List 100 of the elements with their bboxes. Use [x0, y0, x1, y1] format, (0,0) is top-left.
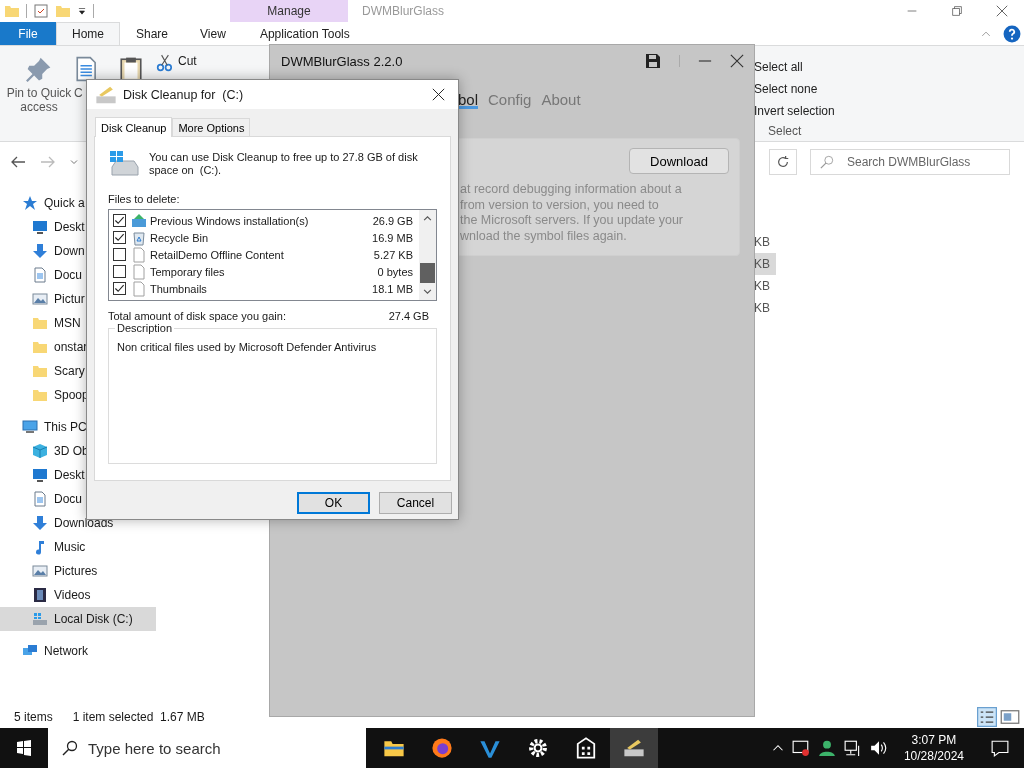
dialog-button[interactable]: Cancel	[379, 492, 452, 514]
download-button[interactable]: Download	[629, 148, 729, 174]
restore-icon	[951, 6, 962, 16]
file-category-name: Recycle Bin	[150, 231, 210, 244]
nav-item-label: Docu	[54, 492, 82, 506]
clock-date: 10/28/2024	[903, 748, 964, 764]
ribbon-tab[interactable]: Share	[120, 22, 185, 45]
cut-label[interactable]: Cut	[178, 54, 197, 68]
symbol-description: at record debugging information about a from version to version, you need to the Microsoft servers. If you update your wnload the symbol files again.	[460, 182, 685, 244]
monitor-icon	[32, 219, 48, 235]
windows-logo-icon	[16, 740, 32, 756]
scrollbar[interactable]	[419, 210, 436, 300]
group-label: Select	[768, 124, 803, 138]
speaker-icon	[869, 739, 888, 757]
save-icon	[645, 53, 661, 69]
checkbox[interactable]	[113, 265, 126, 278]
settings-icon	[527, 737, 549, 759]
taskbar-search-field[interactable]: Type here to search	[48, 728, 366, 768]
dialog-button[interactable]: OK	[297, 492, 370, 514]
selection-info: 1 item selected 1.67 MB	[72, 710, 205, 724]
disk-cleanup-icon	[623, 737, 645, 759]
nav-item[interactable]: Downloads	[0, 511, 156, 535]
person-icon	[817, 739, 836, 757]
scrollbar-thumb[interactable]	[420, 263, 435, 283]
help-icon	[1003, 24, 1021, 43]
nav-item-label: Scary	[54, 364, 85, 378]
chevron-down-icon	[423, 287, 432, 296]
refresh-icon	[776, 155, 790, 169]
nav-item[interactable]: Pictures	[0, 559, 156, 583]
ribbon-tab[interactable]: Application Tools	[245, 22, 364, 45]
folder-icon	[32, 363, 48, 379]
dialog-tab[interactable]: Disk Cleanup	[95, 117, 173, 137]
close-icon	[995, 5, 1008, 17]
file-icon	[131, 246, 147, 263]
nav-item-label: Deskt	[54, 220, 85, 234]
pin-icon	[26, 56, 52, 82]
select-command[interactable]: Select all	[754, 56, 1024, 78]
file-category-size: 26.9 GB	[372, 214, 414, 227]
file-size-cell[interactable]: KB	[754, 275, 776, 297]
nav-item-label: Downloads	[54, 516, 114, 530]
nav-item-label: Local Disk (C:)	[54, 612, 133, 626]
recycle-bin-icon	[131, 229, 147, 246]
checkbox[interactable]	[113, 248, 126, 261]
nav-item-label: onstar	[54, 340, 88, 354]
checkbox[interactable]	[113, 231, 126, 244]
group-title: Description	[115, 322, 175, 334]
file-category-size: 18.1 MB	[372, 282, 414, 295]
windows-update-icon	[131, 212, 147, 229]
file-size-cell[interactable]: KB	[754, 253, 776, 275]
chevron-down-icon	[70, 158, 78, 166]
folder-icon	[32, 315, 48, 331]
nav-item[interactable]: Docu	[0, 487, 156, 511]
total-label: Total amount of disk space you gain:	[108, 310, 286, 322]
nav-item-label: Music	[54, 540, 86, 554]
nav-item[interactable]: Local Disk (C:)	[0, 607, 156, 631]
search-field[interactable]: Search DWMBlurGlass	[810, 149, 1010, 175]
nav-item-label: Pictures	[54, 564, 98, 578]
checkbox[interactable]	[113, 214, 126, 227]
select-command[interactable]: Invert selection	[754, 100, 1024, 122]
computer-icon	[22, 419, 38, 435]
nav-item[interactable]: Scary	[0, 359, 156, 383]
dropdown-icon	[77, 6, 87, 16]
item-count: 5 items	[14, 710, 53, 724]
file-size-cell[interactable]: KB	[754, 231, 776, 253]
nav-item[interactable]: Network	[0, 639, 156, 663]
monitor-icon	[32, 467, 48, 483]
ribbon-tab[interactable]: Home	[56, 22, 120, 45]
nav-item[interactable]: Deskt	[0, 463, 156, 487]
file-size-cell[interactable]: KB	[754, 297, 776, 319]
checklist-icon	[33, 3, 49, 19]
copy-label[interactable]: C	[74, 86, 83, 100]
nav-item-label: Network	[44, 644, 88, 658]
file-icon	[131, 280, 147, 297]
intro-text: You can use Disk Cleanup to free up to 27.8 GB of disk space on (C:).	[149, 150, 419, 177]
checkbox[interactable]	[113, 282, 126, 295]
ribbon-tab[interactable]: View	[184, 22, 242, 45]
refresh-button[interactable]	[769, 149, 797, 175]
dialog-tab[interactable]: More Options	[172, 118, 251, 136]
tiles-view-icon	[1000, 707, 1020, 727]
nav-item-label: This PC	[44, 420, 87, 434]
picture-icon	[32, 291, 48, 307]
film-icon	[32, 587, 48, 603]
nav-item[interactable]: Music	[0, 535, 156, 559]
close-icon	[730, 54, 744, 68]
select-command[interactable]: Select none	[754, 78, 1024, 100]
file-category-size: 16.9 MB	[372, 231, 414, 244]
firefox-icon	[431, 737, 453, 759]
ribbon-tab[interactable]: File	[0, 22, 56, 45]
nav-item-label: Videos	[54, 588, 91, 602]
taskbar-app[interactable]	[610, 728, 658, 768]
nav-item[interactable]: Videos	[0, 583, 156, 607]
checkmark-icon	[114, 232, 125, 243]
nav-item-label: Deskt	[54, 468, 85, 482]
chevron-up-icon	[423, 214, 432, 223]
description-text: Non critical files used by Microsoft Defender Antivirus	[117, 341, 377, 353]
file-category-name: Previous Windows installation(s)	[150, 214, 310, 227]
clock-time: 3:07 PM	[910, 732, 958, 748]
picture-icon	[32, 563, 48, 579]
nav-item[interactable]: This PC	[0, 415, 156, 439]
window-title: DWMBlurGlass	[362, 4, 445, 18]
